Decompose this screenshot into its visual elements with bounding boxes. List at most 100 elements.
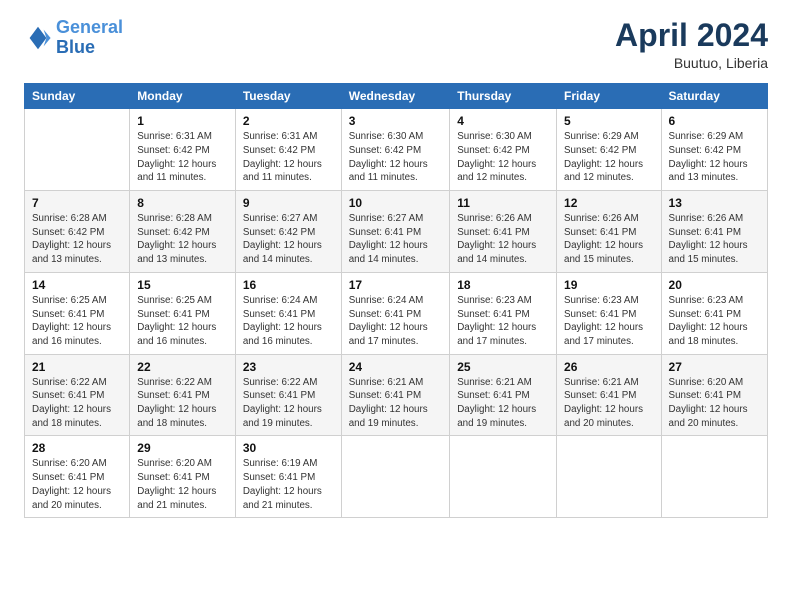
day-info: Sunrise: 6:25 AM Sunset: 6:41 PM Dayligh… [32, 294, 122, 349]
day-number: 24 [349, 360, 443, 374]
day-number: 23 [243, 360, 334, 374]
table-row: 17 Sunrise: 6:24 AM Sunset: 6:41 PM Dayli… [341, 272, 450, 354]
day-info: Sunrise: 6:30 AM Sunset: 6:42 PM Dayligh… [457, 130, 549, 185]
table-row: 23 Sunrise: 6:22 AM Sunset: 6:41 PM Dayli… [235, 354, 341, 436]
day-info: Sunrise: 6:21 AM Sunset: 6:41 PM Dayligh… [349, 376, 443, 431]
table-row: 21 Sunrise: 6:22 AM Sunset: 6:41 PM Dayli… [25, 354, 130, 436]
day-info: Sunrise: 6:22 AM Sunset: 6:41 PM Dayligh… [243, 376, 334, 431]
col-friday: Friday [557, 84, 662, 109]
day-info: Sunrise: 6:22 AM Sunset: 6:41 PM Dayligh… [32, 376, 122, 431]
calendar-week-row: 28 Sunrise: 6:20 AM Sunset: 6:41 PM Dayli… [25, 436, 768, 518]
logo: GeneralBlue [24, 18, 123, 58]
day-info: Sunrise: 6:20 AM Sunset: 6:41 PM Dayligh… [137, 457, 228, 512]
table-row: 20 Sunrise: 6:23 AM Sunset: 6:41 PM Dayli… [661, 272, 767, 354]
day-number: 13 [669, 196, 760, 210]
logo-text: GeneralBlue [56, 18, 123, 58]
day-info: Sunrise: 6:22 AM Sunset: 6:41 PM Dayligh… [137, 376, 228, 431]
month-title: April 2024 [615, 18, 768, 53]
table-row [341, 436, 450, 518]
calendar-week-row: 21 Sunrise: 6:22 AM Sunset: 6:41 PM Dayli… [25, 354, 768, 436]
table-row: 19 Sunrise: 6:23 AM Sunset: 6:41 PM Dayli… [557, 272, 662, 354]
day-info: Sunrise: 6:23 AM Sunset: 6:41 PM Dayligh… [669, 294, 760, 349]
day-info: Sunrise: 6:27 AM Sunset: 6:41 PM Dayligh… [349, 212, 443, 267]
table-row: 16 Sunrise: 6:24 AM Sunset: 6:41 PM Dayli… [235, 272, 341, 354]
table-row: 25 Sunrise: 6:21 AM Sunset: 6:41 PM Dayli… [450, 354, 557, 436]
day-number: 4 [457, 114, 549, 128]
day-info: Sunrise: 6:29 AM Sunset: 6:42 PM Dayligh… [669, 130, 760, 185]
calendar-week-row: 1 Sunrise: 6:31 AM Sunset: 6:42 PM Daylig… [25, 109, 768, 191]
table-row [25, 109, 130, 191]
table-row: 28 Sunrise: 6:20 AM Sunset: 6:41 PM Dayli… [25, 436, 130, 518]
day-info: Sunrise: 6:31 AM Sunset: 6:42 PM Dayligh… [137, 130, 228, 185]
table-row: 1 Sunrise: 6:31 AM Sunset: 6:42 PM Daylig… [130, 109, 236, 191]
day-info: Sunrise: 6:21 AM Sunset: 6:41 PM Dayligh… [564, 376, 654, 431]
day-number: 30 [243, 441, 334, 455]
page: GeneralBlue April 2024 Buutuo, Liberia S… [0, 0, 792, 612]
col-wednesday: Wednesday [341, 84, 450, 109]
table-row: 15 Sunrise: 6:25 AM Sunset: 6:41 PM Dayli… [130, 272, 236, 354]
table-row: 29Sunrise: 6:20 AM Sunset: 6:41 PM Dayli… [130, 436, 236, 518]
table-row: 14Sunrise: 6:25 AM Sunset: 6:41 PM Dayli… [25, 272, 130, 354]
day-info: Sunrise: 6:20 AM Sunset: 6:41 PM Dayligh… [32, 457, 122, 512]
table-row: 12Sunrise: 6:26 AM Sunset: 6:41 PM Dayli… [557, 191, 662, 273]
table-row: 3 Sunrise: 6:30 AM Sunset: 6:42 PM Daylig… [341, 109, 450, 191]
day-number: 27 [669, 360, 760, 374]
table-row: 2Sunrise: 6:31 AM Sunset: 6:42 PM Daylig… [235, 109, 341, 191]
table-row: 13Sunrise: 6:26 AM Sunset: 6:41 PM Dayli… [661, 191, 767, 273]
day-number: 16 [243, 278, 334, 292]
day-info: Sunrise: 6:26 AM Sunset: 6:41 PM Dayligh… [457, 212, 549, 267]
table-row: 9 Sunrise: 6:27 AM Sunset: 6:42 PM Daylig… [235, 191, 341, 273]
day-info: Sunrise: 6:30 AM Sunset: 6:42 PM Dayligh… [349, 130, 443, 185]
calendar-table: Sunday Monday Tuesday Wednesday Thursday… [24, 83, 768, 518]
table-row: 22 Sunrise: 6:22 AM Sunset: 6:41 PM Dayli… [130, 354, 236, 436]
day-number: 18 [457, 278, 549, 292]
day-info: Sunrise: 6:21 AM Sunset: 6:41 PM Dayligh… [457, 376, 549, 431]
day-info: Sunrise: 6:24 AM Sunset: 6:41 PM Dayligh… [243, 294, 334, 349]
day-number: 20 [669, 278, 760, 292]
table-row: 11 Sunrise: 6:26 AM Sunset: 6:41 PM Dayli… [450, 191, 557, 273]
day-number: 26 [564, 360, 654, 374]
day-number: 17 [349, 278, 443, 292]
table-row [661, 436, 767, 518]
col-tuesday: Tuesday [235, 84, 341, 109]
col-saturday: Saturday [661, 84, 767, 109]
table-row [557, 436, 662, 518]
day-info: Sunrise: 6:28 AM Sunset: 6:42 PM Dayligh… [137, 212, 228, 267]
header-row: Sunday Monday Tuesday Wednesday Thursday… [25, 84, 768, 109]
table-row: 18Sunrise: 6:23 AM Sunset: 6:41 PM Dayli… [450, 272, 557, 354]
day-info: Sunrise: 6:27 AM Sunset: 6:42 PM Dayligh… [243, 212, 334, 267]
table-row: 30Sunrise: 6:19 AM Sunset: 6:41 PM Dayli… [235, 436, 341, 518]
col-sunday: Sunday [25, 84, 130, 109]
day-number: 3 [349, 114, 443, 128]
day-info: Sunrise: 6:25 AM Sunset: 6:41 PM Dayligh… [137, 294, 228, 349]
day-number: 19 [564, 278, 654, 292]
table-row: 27 Sunrise: 6:20 AM Sunset: 6:41 PM Dayli… [661, 354, 767, 436]
day-number: 22 [137, 360, 228, 374]
table-row: 7Sunrise: 6:28 AM Sunset: 6:42 PM Daylig… [25, 191, 130, 273]
table-row: 10 Sunrise: 6:27 AM Sunset: 6:41 PM Dayli… [341, 191, 450, 273]
day-number: 5 [564, 114, 654, 128]
day-number: 6 [669, 114, 760, 128]
day-info: Sunrise: 6:23 AM Sunset: 6:41 PM Dayligh… [564, 294, 654, 349]
day-number: 15 [137, 278, 228, 292]
day-info: Sunrise: 6:24 AM Sunset: 6:41 PM Dayligh… [349, 294, 443, 349]
day-number: 28 [32, 441, 122, 455]
table-row: 8 Sunrise: 6:28 AM Sunset: 6:42 PM Daylig… [130, 191, 236, 273]
day-number: 11 [457, 196, 549, 210]
calendar-week-row: 14Sunrise: 6:25 AM Sunset: 6:41 PM Dayli… [25, 272, 768, 354]
table-row: 24 Sunrise: 6:21 AM Sunset: 6:41 PM Dayli… [341, 354, 450, 436]
day-number: 10 [349, 196, 443, 210]
day-info: Sunrise: 6:20 AM Sunset: 6:41 PM Dayligh… [669, 376, 760, 431]
day-info: Sunrise: 6:31 AM Sunset: 6:42 PM Dayligh… [243, 130, 334, 185]
col-monday: Monday [130, 84, 236, 109]
table-row: 6 Sunrise: 6:29 AM Sunset: 6:42 PM Daylig… [661, 109, 767, 191]
table-row: 5 Sunrise: 6:29 AM Sunset: 6:42 PM Daylig… [557, 109, 662, 191]
day-info: Sunrise: 6:29 AM Sunset: 6:42 PM Dayligh… [564, 130, 654, 185]
day-number: 21 [32, 360, 122, 374]
day-number: 1 [137, 114, 228, 128]
day-number: 9 [243, 196, 334, 210]
logo-icon [24, 24, 52, 52]
day-number: 25 [457, 360, 549, 374]
col-thursday: Thursday [450, 84, 557, 109]
day-number: 8 [137, 196, 228, 210]
